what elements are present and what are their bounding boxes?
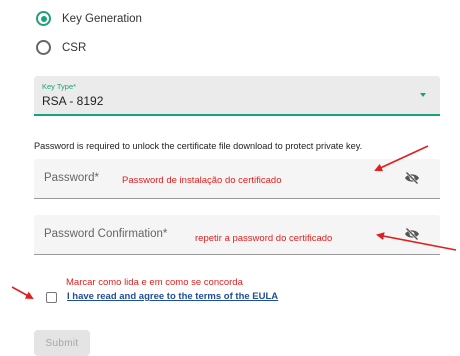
eye-off-icon[interactable]: [404, 227, 420, 241]
arrow-to-eula-checkbox: [11, 286, 34, 299]
key-type-value: RSA - 8192: [42, 94, 104, 108]
key-type-select[interactable]: Key Type* RSA - 8192: [34, 76, 440, 116]
radio-checked-icon[interactable]: [36, 11, 51, 26]
password-confirmation-label: Password Confirmation*: [44, 228, 168, 240]
eula-annotation: Marcar como lida e em como se concorda: [66, 277, 243, 288]
dropdown-arrow-icon[interactable]: [420, 93, 426, 97]
password-confirmation-annotation: repetir a password do certificado: [195, 233, 333, 244]
password-info-text: Password is required to unlock the certi…: [34, 141, 363, 151]
password-annotation: Password de instalação do certificado: [122, 175, 282, 186]
key-type-caption: Key Type*: [42, 82, 77, 91]
eula-link[interactable]: I have read and agree to the terms of th…: [67, 291, 278, 302]
radio-csr[interactable]: CSR: [36, 40, 86, 55]
eye-off-icon[interactable]: [404, 171, 420, 185]
eula-checkbox[interactable]: [46, 292, 57, 303]
radio-label-csr: CSR: [62, 41, 87, 54]
password-label: Password*: [44, 172, 99, 184]
submit-button[interactable]: Submit: [34, 330, 90, 356]
radio-key-generation[interactable]: Key Generation: [36, 11, 142, 26]
radio-unchecked-icon[interactable]: [36, 40, 51, 55]
radio-label-key-generation: Key Generation: [62, 12, 142, 25]
